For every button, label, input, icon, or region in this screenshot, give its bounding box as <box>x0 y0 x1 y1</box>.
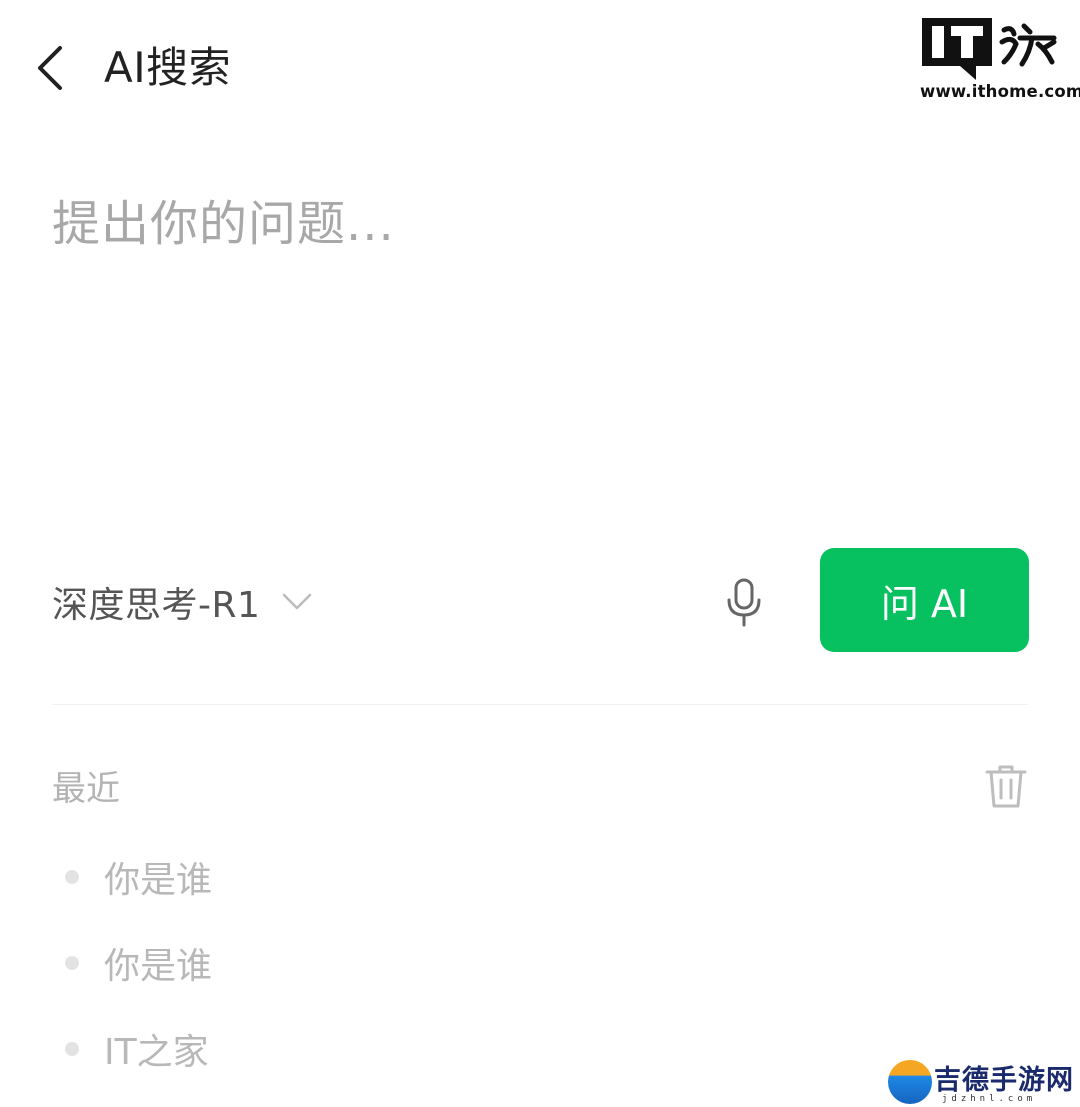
jdzhnl-watermark: 吉德手游网 jdzhnl.com <box>884 1058 1076 1106</box>
page-title: AI搜索 <box>104 43 232 92</box>
jdzhnl-url: jdzhnl.com <box>942 1094 1037 1104</box>
recent-item[interactable]: 你是谁 <box>52 834 952 920</box>
recent-item[interactable]: 你是谁 <box>52 920 952 1006</box>
model-select[interactable]: 深度思考-R1 <box>52 574 312 630</box>
ithome-logo: www.ithome.com <box>920 18 1080 104</box>
model-label: 深度思考-R1 <box>52 585 261 626</box>
chevron-left-icon[interactable] <box>30 42 74 94</box>
recent-list: 你是谁 你是谁 IT之家 <box>52 834 952 1092</box>
recent-item-label: 你是谁 <box>104 860 213 901</box>
bullet-icon <box>65 956 79 970</box>
ask-ai-button[interactable]: 问 AI <box>820 548 1029 652</box>
clear-history-button[interactable] <box>984 764 1028 810</box>
jdzhnl-logo-icon <box>888 1060 932 1104</box>
recent-item-label: IT之家 <box>104 1032 209 1073</box>
trash-icon <box>985 765 1027 808</box>
ithome-url: www.ithome.com <box>920 82 1080 101</box>
recent-item[interactable]: IT之家 <box>52 1006 952 1092</box>
microphone-button[interactable] <box>718 574 770 632</box>
jdzhnl-brand: 吉德手游网 <box>934 1065 1074 1096</box>
header-bar: AI搜索 <box>0 0 1080 140</box>
chevron-down-icon <box>283 593 312 610</box>
divider <box>52 704 1028 705</box>
question-area <box>52 186 1032 516</box>
bullet-icon <box>65 1042 79 1056</box>
recent-heading: 最近 <box>52 769 120 809</box>
ithome-logo-mark <box>922 18 1057 80</box>
microphone-icon <box>727 578 761 627</box>
bullet-icon <box>65 870 79 884</box>
recent-item-label: 你是谁 <box>104 946 213 987</box>
question-input[interactable] <box>52 186 1032 516</box>
